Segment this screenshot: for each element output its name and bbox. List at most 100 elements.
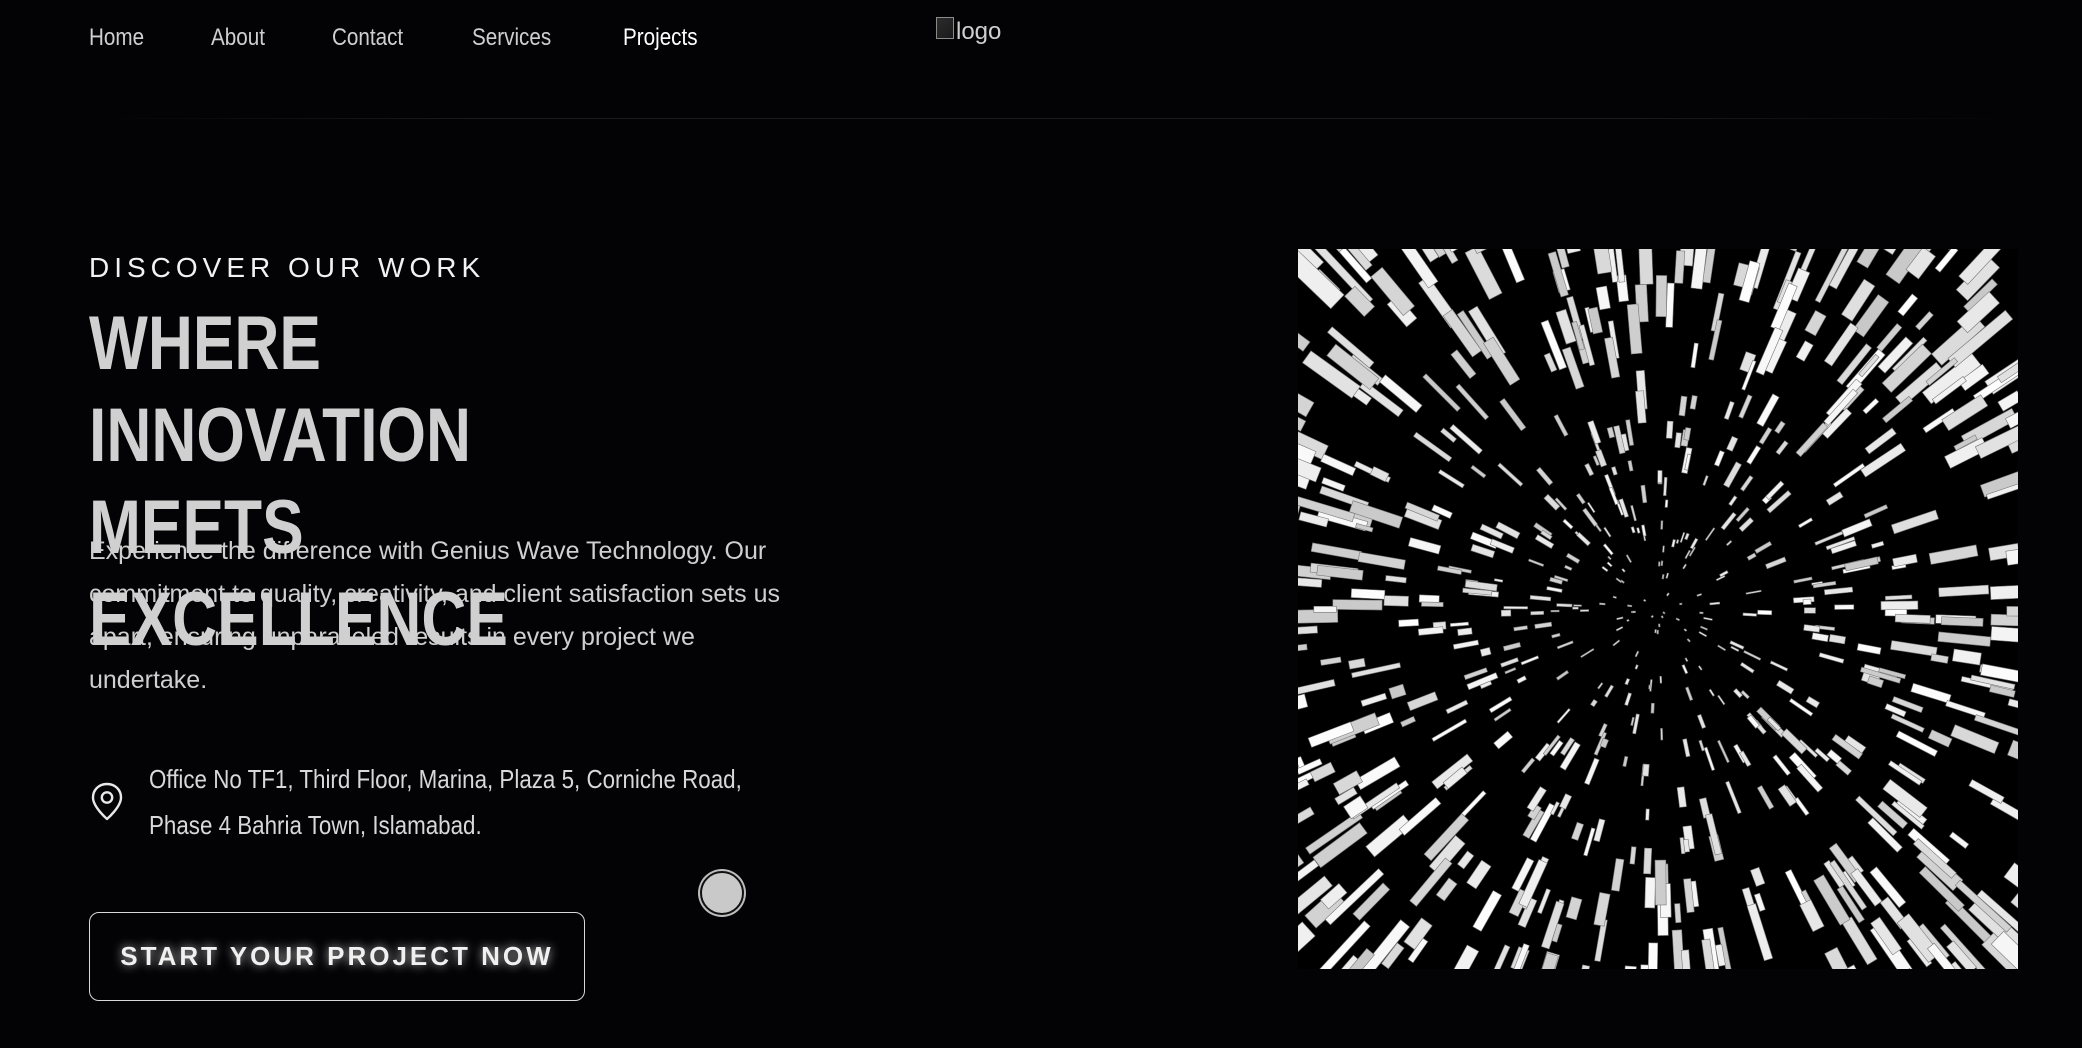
tunnel-shard [1894, 613, 1931, 624]
tunnel-shard [1662, 611, 1666, 615]
tunnel-shard [1606, 561, 1613, 568]
tunnel-shard [1546, 586, 1563, 593]
tunnel-shard [1930, 653, 1949, 664]
tunnel-shard [2006, 606, 2018, 617]
tunnel-shard [1941, 616, 1984, 627]
tunnel-shard [1616, 616, 1624, 621]
tunnel-shard [1479, 647, 1492, 657]
tunnel-shard [1535, 466, 1554, 486]
tunnel-shard [1666, 592, 1670, 597]
tunnel-shard [1582, 507, 1598, 527]
tunnel-shard [2007, 739, 2018, 777]
tunnel-shard [1357, 551, 1406, 570]
tunnel-shard [2007, 698, 2018, 719]
tunnel-shard [1890, 509, 1939, 535]
tunnel-shard [1795, 422, 1829, 458]
nav-link-services[interactable]: Services [472, 24, 551, 52]
tunnel-shard [1553, 414, 1569, 437]
tunnel-shard [1556, 603, 1573, 608]
tunnel-shard [1645, 808, 1650, 821]
tunnel-shard [1746, 903, 1774, 962]
tunnel-shard [1775, 440, 1789, 456]
tunnel-shard [1654, 859, 1667, 906]
tunnel-shard [1632, 713, 1640, 735]
tunnel-shard [1298, 625, 1318, 635]
tunnel-shard [1435, 877, 1458, 902]
tunnel-shard [1745, 589, 1762, 595]
tunnel-shard [1612, 639, 1621, 647]
tunnel-shard [1832, 463, 1866, 488]
tunnel-shard [1758, 426, 1773, 445]
tunnel-shard [1575, 492, 1586, 505]
tunnel-shard [1421, 601, 1444, 608]
tunnel-shard [1310, 542, 1363, 561]
tunnel-shard [1495, 249, 1525, 284]
tunnel-shard [1520, 655, 1540, 666]
nav-link-contact[interactable]: Contact [332, 24, 403, 52]
tunnel-shard [1885, 594, 1913, 601]
tunnel-shard [1622, 755, 1629, 768]
tunnel-shard [1690, 342, 1699, 369]
start-project-button[interactable]: START YOUR PROJECT NOW [89, 912, 585, 1001]
nav-link-home[interactable]: Home [89, 24, 144, 52]
tunnel-shard [1599, 602, 1606, 606]
tunnel-shard [1772, 754, 1791, 776]
tunnel-shard [1685, 686, 1694, 701]
tunnel-shard [1705, 813, 1723, 856]
tunnel-shard [1689, 395, 1698, 410]
tunnel-shard [1674, 250, 1686, 284]
tunnel-shard [1595, 285, 1611, 311]
tunnel-shard [1890, 713, 1925, 733]
tunnel-shard [1676, 786, 1687, 808]
tunnel-shard [1611, 858, 1625, 892]
tunnel-shard [1388, 683, 1407, 700]
tunnel-shard [1500, 657, 1519, 668]
tunnel-shard [1298, 921, 1316, 966]
tunnel-shard [1627, 460, 1634, 472]
tunnel-shard [1532, 952, 1559, 969]
tunnel-shard [1803, 607, 1816, 614]
tunnel-shard [1655, 275, 1668, 317]
tunnel-shard [1298, 249, 1345, 310]
tunnel-shard [1756, 785, 1775, 810]
tunnel-shard [1455, 383, 1490, 421]
tunnel-shard [1937, 631, 1992, 647]
tunnel-shard [1674, 903, 1682, 924]
nav-link-projects[interactable]: Projects [623, 24, 698, 52]
tunnel-shard [1658, 623, 1661, 628]
tunnel-shard [1573, 604, 1582, 607]
tunnel-shard [1449, 621, 1469, 627]
tunnel-shard [1650, 614, 1654, 619]
tunnel-shard [1493, 707, 1512, 722]
tunnel-shard [1612, 595, 1617, 599]
tunnel-shard [1814, 249, 1850, 304]
tunnel-shard [1990, 626, 2018, 645]
tunnel-shard [1774, 420, 1786, 434]
tunnel-shard [1823, 322, 1859, 367]
tunnel-shard [1665, 282, 1675, 328]
tunnel-shard [1350, 588, 1386, 600]
tunnel-shard [1728, 495, 1738, 507]
nav-link-about[interactable]: About [211, 24, 265, 52]
tunnel-shard [1841, 518, 1873, 538]
tunnel-shard [1398, 797, 1442, 836]
tunnel-shard [1675, 539, 1680, 544]
tunnel-shard [1990, 584, 2018, 600]
tunnel-shard [1892, 553, 1918, 568]
tunnel-shard [1298, 364, 1315, 418]
tunnel-shard [1950, 724, 2000, 755]
tunnel-shard [1630, 526, 1636, 534]
tunnel-shard [1629, 846, 1637, 865]
tunnel-shard [1593, 892, 1611, 927]
tunnel-shard [1489, 944, 1511, 969]
tunnel-shard [1682, 563, 1687, 570]
tunnel-shard [1683, 628, 1688, 632]
headline-line-1: WHERE INNOVATION [89, 301, 471, 478]
tunnel-shard [1579, 609, 1590, 612]
nav-links: Home About Contact Services Projects [89, 24, 767, 52]
tunnel-shard [1647, 942, 1659, 969]
logo[interactable]: logo [936, 17, 1001, 46]
tunnel-shard [1749, 866, 1766, 887]
tunnel-shard [1713, 450, 1725, 467]
tunnel-shard [1935, 249, 1982, 250]
